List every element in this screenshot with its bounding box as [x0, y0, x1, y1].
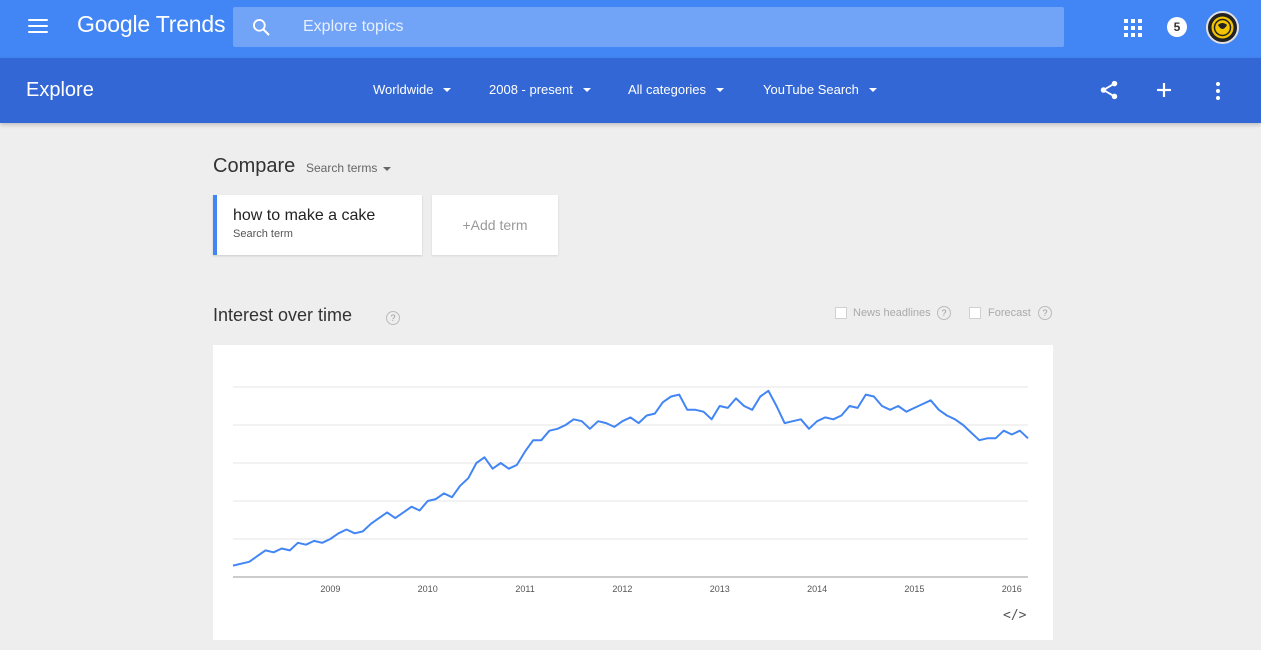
x-tick-label: 2012 — [612, 584, 632, 594]
x-tick-label: 2010 — [418, 584, 438, 594]
x-tick-label: 2011 — [515, 584, 534, 594]
term-type: Search term — [233, 228, 293, 240]
forecast-help-icon[interactable]: ? — [1038, 306, 1052, 320]
search-type-filter[interactable]: YouTube Search — [763, 82, 877, 97]
interest-line-chart[interactable]: 2009 2010 2011 2012 2013 2014 2015 2016 — [213, 345, 1053, 640]
more-vert-icon[interactable] — [1210, 80, 1226, 100]
interest-over-time-title: Interest over time — [213, 305, 353, 325]
google-trends-logo[interactable]: Google Trends — [77, 11, 225, 38]
page-title: Explore — [26, 79, 94, 101]
top-app-bar: Google Trends 5 — [0, 0, 1261, 58]
add-term-button[interactable]: +Add term — [432, 195, 558, 255]
help-icon[interactable]: ? — [386, 311, 400, 325]
forecast-label: Forecast — [988, 307, 1031, 319]
x-tick-label: 2016 — [1002, 584, 1022, 594]
category-filter[interactable]: All categories — [628, 82, 725, 97]
interest-chart-card: 2009 2010 2011 2012 2013 2014 2015 2016 — [213, 345, 1053, 640]
search-terms-dropdown-label: Search terms — [306, 161, 378, 175]
search-icon[interactable] — [251, 17, 271, 37]
news-headlines-label: News headlines — [853, 307, 931, 319]
compare-title: Compare — [213, 155, 296, 177]
chevron-down-icon — [383, 166, 392, 171]
hamburger-menu-icon[interactable] — [24, 15, 52, 43]
news-headlines-help-icon[interactable]: ? — [937, 306, 951, 320]
location-filter-label: Worldwide — [373, 82, 434, 97]
chevron-down-icon — [868, 87, 877, 92]
chevron-down-icon — [582, 87, 591, 92]
notification-badge[interactable]: 5 — [1167, 17, 1187, 37]
term-name: how to make a cake — [233, 207, 376, 224]
term-card[interactable]: how to make a cake Search term — [213, 195, 422, 255]
chevron-down-icon — [443, 87, 452, 92]
time-range-filter-label: 2008 - present — [489, 82, 573, 97]
apps-grid-icon[interactable] — [1124, 19, 1142, 37]
share-icon[interactable] — [1098, 79, 1120, 101]
time-range-filter[interactable]: 2008 - present — [489, 82, 591, 97]
x-tick-label: 2014 — [807, 584, 827, 594]
explore-bar: Explore Worldwide 2008 - present All cat… — [0, 58, 1261, 123]
add-icon[interactable] — [1154, 80, 1174, 100]
search-type-filter-label: YouTube Search — [763, 82, 859, 97]
x-tick-label: 2009 — [320, 584, 340, 594]
embed-code-icon[interactable]: </> — [1003, 608, 1026, 623]
avatar[interactable] — [1206, 11, 1239, 44]
x-tick-label: 2013 — [710, 584, 730, 594]
news-headlines-checkbox[interactable] — [835, 307, 847, 319]
search-box — [233, 7, 1064, 47]
x-tick-label: 2015 — [904, 584, 924, 594]
location-filter[interactable]: Worldwide — [373, 82, 452, 97]
category-filter-label: All categories — [628, 82, 707, 97]
chevron-down-icon — [716, 87, 725, 92]
search-input[interactable] — [303, 7, 1043, 47]
forecast-checkbox[interactable] — [969, 307, 981, 319]
search-terms-dropdown[interactable]: Search terms — [306, 161, 392, 175]
